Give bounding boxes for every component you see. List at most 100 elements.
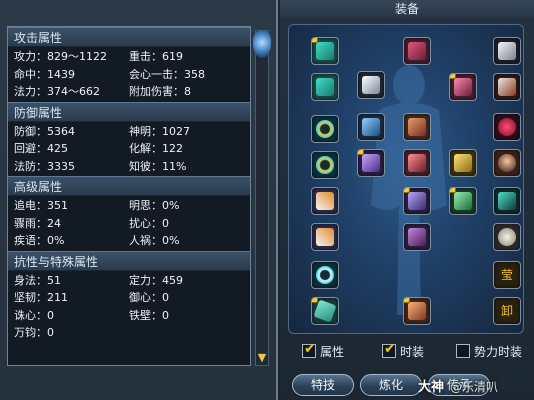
- slot-weapon-2[interactable]: [311, 223, 339, 251]
- boots-icon: [408, 228, 426, 246]
- checkbox-label: 势力时装: [474, 344, 523, 359]
- stat-value: 命中：1439: [14, 67, 75, 81]
- slot-fashion[interactable]: 莹: [493, 261, 521, 289]
- stat-value: 诛心：0: [14, 308, 54, 322]
- stats-scrollbar[interactable]: [255, 30, 269, 366]
- stat-value: 法力：374～662: [14, 85, 100, 98]
- bracelet-icon: [316, 266, 334, 284]
- checkbox-attributes[interactable]: ✔ 属性: [302, 341, 345, 360]
- scroll-icon: [498, 42, 516, 60]
- bracelet-icon: [316, 120, 334, 138]
- slot-portrait[interactable]: [493, 149, 521, 177]
- slot-pet[interactable]: [493, 37, 521, 65]
- gem-icon: [454, 78, 472, 96]
- slot-mask[interactable]: [493, 223, 521, 251]
- slot-gem[interactable]: [449, 73, 477, 101]
- slot-ring-2[interactable]: [311, 73, 339, 101]
- glaive-icon: [316, 192, 334, 210]
- slot-necklace[interactable]: [449, 149, 477, 177]
- stat-value: 疾语：0%: [14, 234, 65, 247]
- slot-amulet[interactable]: [311, 297, 339, 325]
- checkbox-box[interactable]: [456, 344, 470, 358]
- stat-value: 法防：3335: [14, 159, 75, 173]
- stat-value: 攻力：829～1122: [14, 50, 107, 63]
- charm-icon: [313, 299, 337, 323]
- stat-value: 知彼：11%: [129, 159, 187, 173]
- slot-belt[interactable]: [403, 149, 431, 177]
- stat-value: 坚韧：211: [14, 291, 68, 304]
- slot-shoes[interactable]: [403, 223, 431, 251]
- unload-button[interactable]: 卸: [493, 297, 521, 325]
- slot-pants[interactable]: [403, 187, 431, 215]
- watermark-handle: @乐清叭: [450, 380, 499, 394]
- slot-hat[interactable]: [357, 149, 385, 177]
- checkbox-label: 属性: [320, 344, 345, 359]
- slot-bracelet-1[interactable]: [311, 115, 339, 143]
- wing-icon: [362, 118, 380, 136]
- stat-value: 人祸：0%: [129, 234, 180, 247]
- refine-button[interactable]: 炼化: [360, 374, 422, 396]
- slot-flower[interactable]: [493, 113, 521, 141]
- jade-pendant-icon: [316, 42, 334, 60]
- checkbox-faction-fashion[interactable]: 势力时装: [456, 342, 522, 360]
- stat-value: 骤雨：24: [14, 216, 61, 230]
- equipment-panel: 装备 莹 卸 ✔ 属性 ✔ 时装 势力时装 特技 炼化 传承 大神 @乐清叭: [280, 0, 534, 400]
- slot-boots[interactable]: [403, 297, 431, 325]
- rose-icon: [498, 118, 516, 136]
- stat-value: 铁壁：0: [129, 308, 169, 322]
- slot-armor[interactable]: [403, 113, 431, 141]
- stat-value: 追电：351: [14, 199, 68, 212]
- checkbox-label: 时装: [400, 344, 425, 359]
- checkbox-fashion[interactable]: ✔ 时装: [382, 341, 425, 360]
- stat-grid: 追电：351 明思：0% 骤雨：24 扰心：0 疾语：0% 人祸：0%: [8, 196, 250, 251]
- stat-value: 附加伤害：8: [129, 85, 191, 98]
- slot-ring-1[interactable]: [311, 37, 339, 65]
- stat-value: 化解：122: [129, 142, 183, 155]
- section-header: 抗性与特殊属性: [8, 250, 250, 271]
- slot-mount[interactable]: [357, 71, 385, 99]
- fashion-label: 莹: [500, 268, 513, 282]
- section-header: 防御属性: [8, 101, 250, 122]
- stat-grid: 身法：51 定力：459 坚韧：211 御心：0 诛心：0 铁壁：0 万钧：0: [8, 271, 250, 343]
- stat-value: 回避：425: [14, 142, 68, 155]
- slot-spirit[interactable]: [493, 73, 521, 101]
- horse-icon: [498, 192, 516, 210]
- slot-weapon-1[interactable]: [311, 187, 339, 215]
- slot-talisman[interactable]: [311, 261, 339, 289]
- section-header: 攻击属性: [8, 27, 250, 47]
- section-header: 高级属性: [8, 176, 250, 196]
- stats-panel: 攻击属性攻力：829～1122 重击：619 命中：1439 会心一击：358 法力：3…: [0, 0, 278, 400]
- stat-value: 防御：5364: [14, 124, 75, 138]
- skill-button[interactable]: 特技: [292, 374, 354, 396]
- slot-wing[interactable]: [357, 113, 385, 141]
- equipment-area: 莹 卸: [288, 24, 524, 334]
- feather-icon: [362, 76, 380, 94]
- stat-value: 扰心：0: [129, 216, 169, 230]
- stat-value: 重击：619: [129, 50, 183, 63]
- checkbox-box[interactable]: ✔: [302, 341, 316, 358]
- equipment-title: 装备: [280, 0, 534, 18]
- helmet-icon: [362, 154, 380, 172]
- portrait-icon: [498, 154, 516, 172]
- stat-grid: 攻力：829～1122 重击：619 命中：1439 会心一击：358 法力：374～6…: [8, 47, 250, 102]
- glaive-icon: [316, 228, 334, 246]
- stat-value: 万钧：0: [14, 326, 54, 339]
- jade-pendant-icon: [316, 78, 334, 96]
- scroll-thumb[interactable]: [253, 30, 271, 58]
- slot-bracelet-2[interactable]: [311, 151, 339, 179]
- stat-value: 定力：459: [129, 273, 183, 287]
- slot-head[interactable]: [403, 37, 431, 65]
- belt-icon: [408, 154, 426, 172]
- armor-icon: [408, 118, 426, 136]
- stat-value: 身法：51: [14, 273, 61, 287]
- watermark-logo: 大神: [418, 380, 445, 395]
- crown-icon: [408, 42, 426, 60]
- slot-horse[interactable]: [493, 187, 521, 215]
- slot-book[interactable]: [449, 187, 477, 215]
- scroll-down-arrow-icon[interactable]: ▼: [256, 352, 268, 364]
- checkbox-box[interactable]: ✔: [382, 341, 396, 358]
- stat-value: 会心一击：358: [129, 67, 205, 81]
- bracelet-icon: [316, 156, 334, 174]
- checkmark-icon: ✔: [304, 341, 316, 357]
- shoe-icon: [408, 302, 426, 320]
